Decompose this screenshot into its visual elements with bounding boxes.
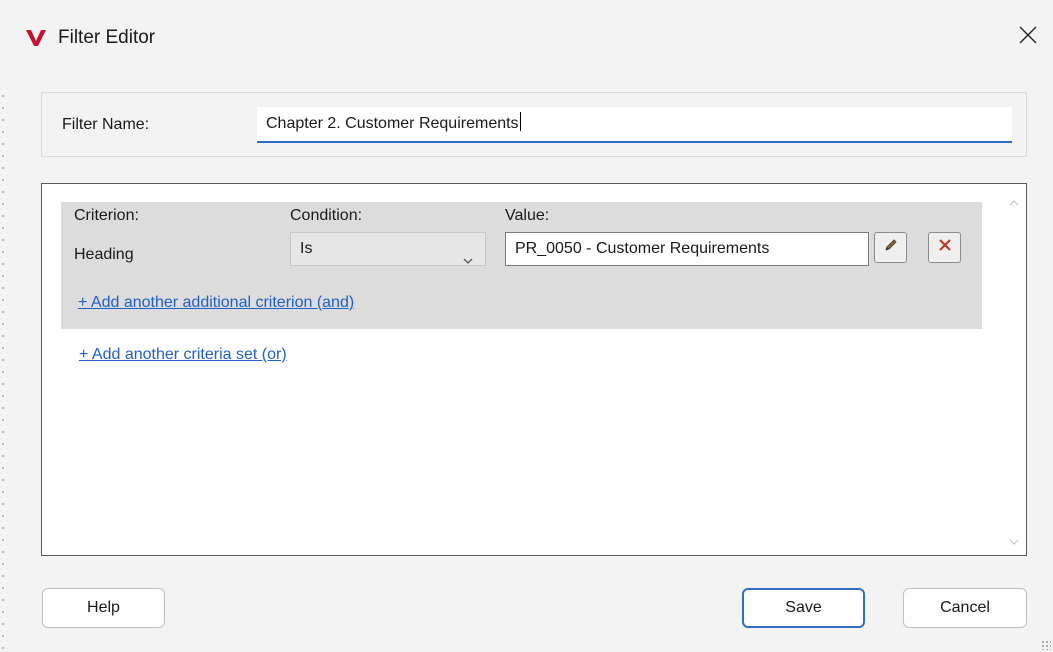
condition-header: Condition: — [290, 207, 363, 224]
delete-x-icon — [938, 238, 952, 257]
cancel-button[interactable]: Cancel — [903, 588, 1027, 628]
scroll-down-icon[interactable] — [1008, 535, 1020, 547]
value-header: Value: — [505, 207, 550, 224]
resize-grip-icon[interactable] — [1041, 640, 1051, 650]
value-field-text: PR_0050 - Customer Requirements — [515, 240, 770, 257]
close-button[interactable] — [1009, 18, 1047, 56]
condition-select[interactable]: Is — [290, 232, 486, 266]
vertical-scrollbar[interactable] — [1002, 184, 1026, 555]
filter-name-input[interactable]: Chapter 2. Customer Requirements — [257, 107, 1012, 143]
filter-editor-dialog: Filter Editor Filter Name: Chapter 2. Cu… — [0, 0, 1053, 652]
scroll-up-icon[interactable] — [1008, 196, 1020, 208]
close-icon — [1019, 26, 1037, 49]
filter-name-label: Filter Name: — [62, 116, 150, 133]
criterion-value: Heading — [74, 246, 134, 263]
filter-name-group: Filter Name: Chapter 2. Customer Require… — [41, 92, 1027, 157]
help-button[interactable]: Help — [42, 588, 165, 628]
criteria-set: Criterion: Condition: Value: Heading Is … — [61, 202, 982, 329]
text-caret — [519, 112, 521, 131]
criteria-panel: Criterion: Condition: Value: Heading Is … — [41, 183, 1027, 556]
dialog-title: Filter Editor — [58, 27, 156, 48]
delete-criterion-button[interactable] — [928, 232, 961, 263]
add-or-criteria-set-link[interactable]: + Add another criteria set (or) — [79, 346, 287, 364]
background-dots — [0, 90, 6, 650]
title-bar: Filter Editor — [0, 0, 1053, 78]
filter-name-value: Chapter 2. Customer Requirements — [266, 115, 519, 132]
vault-v-logo-icon — [25, 28, 47, 48]
add-and-criterion-link[interactable]: + Add another additional criterion (and) — [78, 294, 354, 312]
edit-value-button[interactable] — [874, 232, 907, 263]
chevron-down-icon — [463, 245, 473, 264]
pencil-icon — [883, 237, 899, 258]
save-button[interactable]: Save — [742, 588, 865, 628]
criterion-header: Criterion: — [74, 207, 139, 224]
condition-selected-value: Is — [300, 240, 313, 257]
value-field[interactable]: PR_0050 - Customer Requirements — [505, 232, 869, 266]
